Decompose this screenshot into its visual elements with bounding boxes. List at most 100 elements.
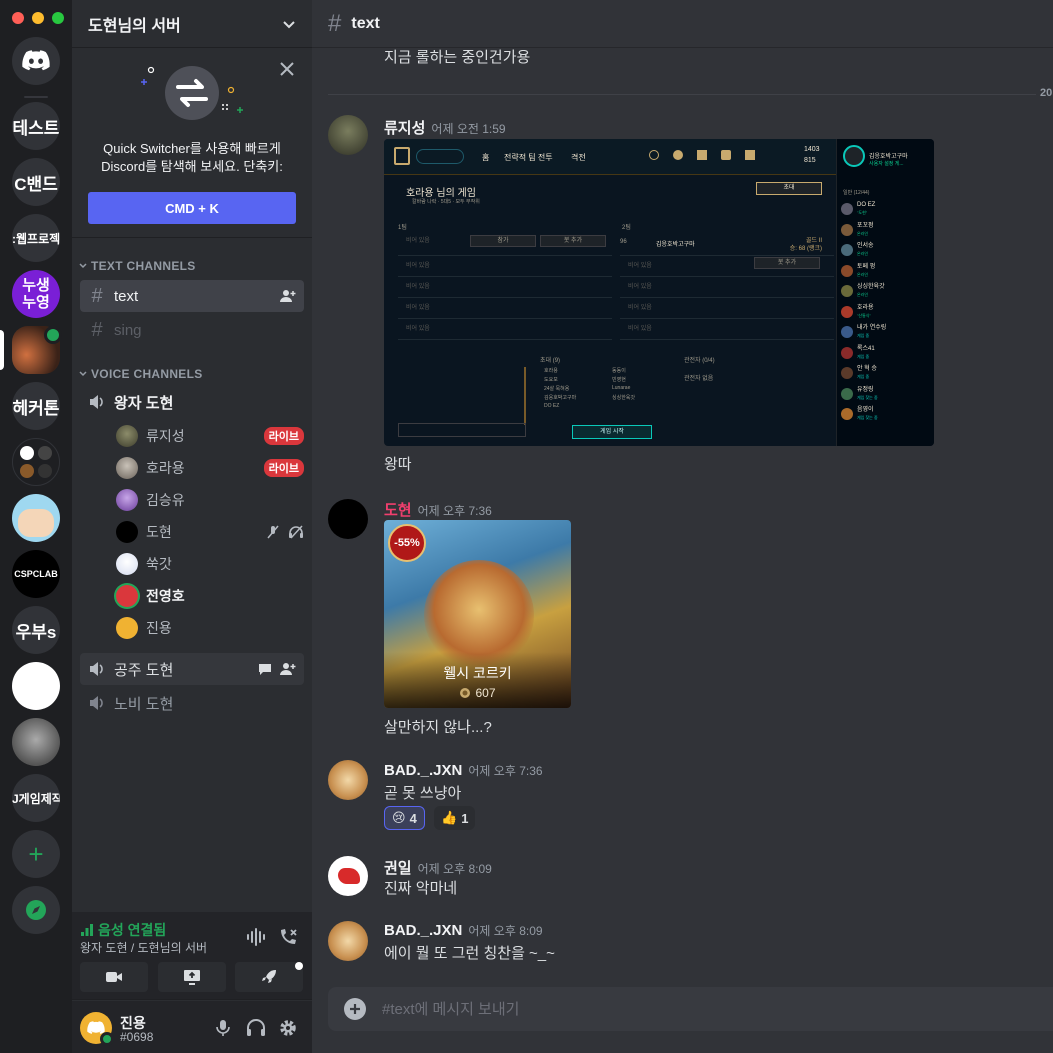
voice-status-sub[interactable]: 왕자 도현 / 도현님의 서버 bbox=[80, 939, 207, 956]
voice-channel-prince[interactable]: 왕자 도현 bbox=[80, 386, 304, 418]
settings-gear-icon[interactable] bbox=[278, 1018, 298, 1038]
team-slot: 비어 있음 bbox=[398, 235, 612, 256]
server-woobu[interactable]: 우부s bbox=[12, 606, 60, 654]
server-handwriting[interactable] bbox=[12, 662, 60, 710]
add-attachment-button[interactable] bbox=[344, 998, 366, 1020]
voice-connection-panel: 음성 연결됨 왕자 도현 / 도현님의 서버 bbox=[72, 912, 312, 1000]
invited-player: 동동이 bbox=[612, 368, 626, 374]
server-hackathon[interactable]: 헤커톤 bbox=[12, 382, 60, 430]
home-button[interactable] bbox=[12, 37, 60, 85]
chat-icon[interactable] bbox=[258, 662, 272, 676]
channel-sing[interactable]: # sing bbox=[80, 314, 304, 346]
image-attachment-skin-card[interactable]: -55% 웰시 코르키 607 bbox=[384, 520, 571, 708]
friend-entry[interactable]: 안 혁 승 게임 중 bbox=[841, 363, 933, 384]
reaction-crying[interactable]: 😢 4 bbox=[384, 806, 425, 830]
voice-channels-category[interactable]: VOICE CHANNELS bbox=[78, 367, 203, 381]
server-cband[interactable]: C밴드 bbox=[12, 158, 60, 206]
friend-entry[interactable]: 유정링 게임 찾는 중 bbox=[841, 384, 933, 405]
nav-tft[interactable]: 전략적 팀 전투 bbox=[504, 152, 553, 163]
message-author[interactable]: 류지성 어제 오전 1:59 bbox=[384, 117, 506, 138]
channel-text[interactable]: # text bbox=[80, 280, 304, 312]
activities-button[interactable] bbox=[235, 962, 303, 992]
server-gamedev[interactable]: J게임제작 bbox=[12, 774, 60, 822]
message-input[interactable] bbox=[382, 1000, 1052, 1018]
start-game-button[interactable]: 게임 시작 bbox=[572, 425, 652, 439]
rp-value: 1403 bbox=[804, 146, 820, 153]
server-raccoon[interactable] bbox=[12, 718, 60, 766]
close-window-button[interactable] bbox=[12, 12, 24, 24]
team-slot: 비어 있음 bbox=[620, 319, 834, 340]
headphones-icon[interactable] bbox=[246, 1019, 266, 1037]
message-author[interactable]: BAD._.JXN 어제 오후 8:09 bbox=[384, 922, 543, 939]
invited-player: 빈영현 bbox=[612, 377, 626, 383]
text-channels-category[interactable]: TEXT CHANNELS bbox=[78, 259, 196, 273]
discount-badge: -55% bbox=[388, 524, 426, 562]
friend-entry[interactable]: 포꼬펑 온라인 bbox=[841, 220, 933, 241]
server-finn[interactable] bbox=[12, 494, 60, 542]
voice-status-title: 음성 연결됨 bbox=[80, 920, 166, 940]
add-member-icon[interactable] bbox=[280, 288, 296, 304]
add-bot-button[interactable]: 봇 추가 bbox=[754, 257, 820, 269]
friend-status: 게임 찾는 중 bbox=[857, 394, 878, 400]
voice-user[interactable]: 쑥갓 bbox=[116, 549, 304, 579]
server-ea-folder[interactable] bbox=[12, 438, 60, 486]
camera-button[interactable] bbox=[80, 962, 148, 992]
voice-user[interactable]: 류지성 라이브 bbox=[116, 421, 304, 451]
quick-switcher-shortcut-button[interactable]: CMD + K bbox=[88, 192, 296, 224]
friend-entry[interactable]: 싱싱한육갓 온라인 bbox=[841, 281, 933, 302]
team1-label: 1팀 bbox=[398, 225, 407, 231]
minimize-window-button[interactable] bbox=[32, 12, 44, 24]
player-name: 김응호박고구마 bbox=[656, 242, 695, 248]
server-header[interactable]: 도현님의 서버 bbox=[72, 0, 312, 48]
server-cspclab[interactable]: CSPCLAB bbox=[12, 550, 60, 598]
avatar[interactable] bbox=[328, 856, 368, 896]
avatar[interactable] bbox=[328, 499, 368, 539]
disconnect-call-icon[interactable] bbox=[278, 927, 298, 947]
friend-entry[interactable]: 호라용 "산통식" bbox=[841, 302, 933, 323]
voice-user[interactable]: 전영호 bbox=[116, 581, 304, 611]
microphone-icon[interactable] bbox=[216, 1019, 230, 1037]
voice-user[interactable]: 진용 bbox=[116, 613, 304, 643]
server-test[interactable]: 테스트 bbox=[12, 102, 60, 150]
voice-user[interactable]: 도현 bbox=[116, 517, 304, 547]
friend-entry[interactable]: 록스41 게임 중 bbox=[841, 343, 933, 364]
invited-player: 김응호박고구마 bbox=[544, 395, 577, 401]
add-server-button[interactable]: + bbox=[12, 830, 60, 878]
friend-entry[interactable]: 음영이 게임 찾는 중 bbox=[841, 404, 933, 425]
avatar[interactable] bbox=[328, 115, 368, 155]
play-button[interactable] bbox=[416, 149, 464, 164]
voice-channel-princess[interactable]: 공주 도현 bbox=[80, 653, 304, 685]
zoom-window-button[interactable] bbox=[52, 12, 64, 24]
message-author[interactable]: 도현 어제 오후 7:36 bbox=[384, 499, 492, 520]
voice-user-name: 도현 bbox=[146, 524, 172, 540]
message-author[interactable]: BAD._.JXN 어제 오후 7:36 bbox=[384, 762, 543, 779]
speaker-icon bbox=[90, 395, 103, 409]
friend-entry[interactable]: 내가 연수링 게임 중 bbox=[841, 322, 933, 343]
message-author[interactable]: 권일 어제 오후 8:09 bbox=[384, 857, 492, 878]
server-webproject[interactable]: :웹프로젝트 bbox=[12, 214, 60, 262]
voice-channel-servant[interactable]: 노비 도현 bbox=[80, 687, 304, 719]
server-nusaeng[interactable]: 누생 누영 bbox=[12, 270, 60, 318]
chat-input[interactable] bbox=[398, 423, 526, 437]
voice-user[interactable]: 김승유 bbox=[116, 485, 304, 515]
noise-suppression-icon[interactable] bbox=[246, 928, 266, 946]
close-icon bbox=[280, 62, 294, 76]
friend-entry[interactable]: 토페 펑 온라인 bbox=[841, 261, 933, 282]
nav-clash[interactable]: 격전 bbox=[571, 152, 586, 163]
chat-log-panel bbox=[398, 367, 526, 425]
friend-entry[interactable]: DO EZ "도현" bbox=[841, 199, 933, 220]
image-attachment-game-lobby[interactable]: 홈 전략적 팀 전투 격전 1403 815 호라용 님의 게임 칼바람 나락 … bbox=[384, 139, 934, 446]
reaction-thumbs-up[interactable]: 👍 1 bbox=[434, 806, 476, 830]
nav-home[interactable]: 홈 bbox=[482, 152, 489, 163]
close-promo-button[interactable] bbox=[278, 60, 296, 78]
screen-share-button[interactable] bbox=[158, 962, 226, 992]
avatar[interactable] bbox=[328, 921, 368, 961]
avatar-bird bbox=[338, 868, 360, 884]
voice-user[interactable]: 호라용 라이브 bbox=[116, 453, 304, 483]
avatar[interactable] bbox=[328, 760, 368, 800]
add-member-icon[interactable] bbox=[280, 661, 296, 677]
invite-button[interactable]: 초대 bbox=[756, 182, 822, 195]
explore-servers-button[interactable] bbox=[12, 886, 60, 934]
profile-icon[interactable] bbox=[843, 145, 865, 167]
friend-entry[interactable]: 인서송 온라인 bbox=[841, 240, 933, 261]
